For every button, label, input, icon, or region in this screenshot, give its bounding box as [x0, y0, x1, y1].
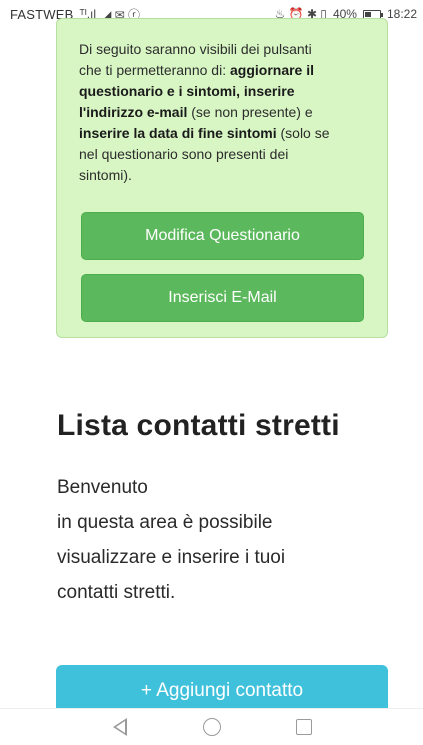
intro-line: Benvenuto	[57, 477, 148, 498]
home-icon	[202, 718, 221, 736]
alert-line: nel questionario sono presenti dei	[79, 146, 289, 162]
intro-line: in questa area è possibile	[57, 512, 273, 533]
alert-line: (se non presente) e	[187, 104, 313, 120]
alert-line: (solo se	[276, 125, 330, 141]
alert-line: Di seguito saranno visibili dei pulsanti	[79, 41, 312, 57]
alert-bold: aggiornare il	[229, 62, 315, 78]
alert-bold: questionario e i sintomi, inserire	[79, 83, 295, 99]
system-nav-bar	[0, 708, 423, 745]
intro-text: Benvenuto in questa area è possibile vis…	[57, 470, 387, 610]
edit-questionnaire-button[interactable]: Modifica Questionario	[81, 212, 364, 260]
alert-line: sintomi).	[79, 167, 132, 183]
info-alert: Di seguito saranno visibili dei pulsanti…	[56, 18, 388, 338]
alert-bold: l'indirizzo e-mail	[79, 104, 188, 120]
home-nav-button[interactable]	[201, 716, 223, 738]
recents-nav-button[interactable]	[293, 716, 315, 738]
back-icon	[112, 718, 127, 736]
recents-icon	[295, 719, 312, 735]
alert-text: Di seguito saranno visibili dei pulsanti…	[79, 39, 365, 186]
alert-bold: inserire la data di fine sintomi	[79, 125, 277, 141]
intro-line: visualizzare e inserire i tuoi	[57, 547, 286, 568]
page-title: Lista contatti stretti	[57, 409, 340, 442]
alert-line: che ti permetteranno di:	[79, 62, 230, 78]
intro-line: contatti stretti.	[57, 582, 176, 603]
clock: 18:22	[386, 7, 417, 21]
add-email-button[interactable]: Inserisci E-Mail	[81, 274, 364, 322]
back-nav-button[interactable]	[109, 716, 131, 738]
